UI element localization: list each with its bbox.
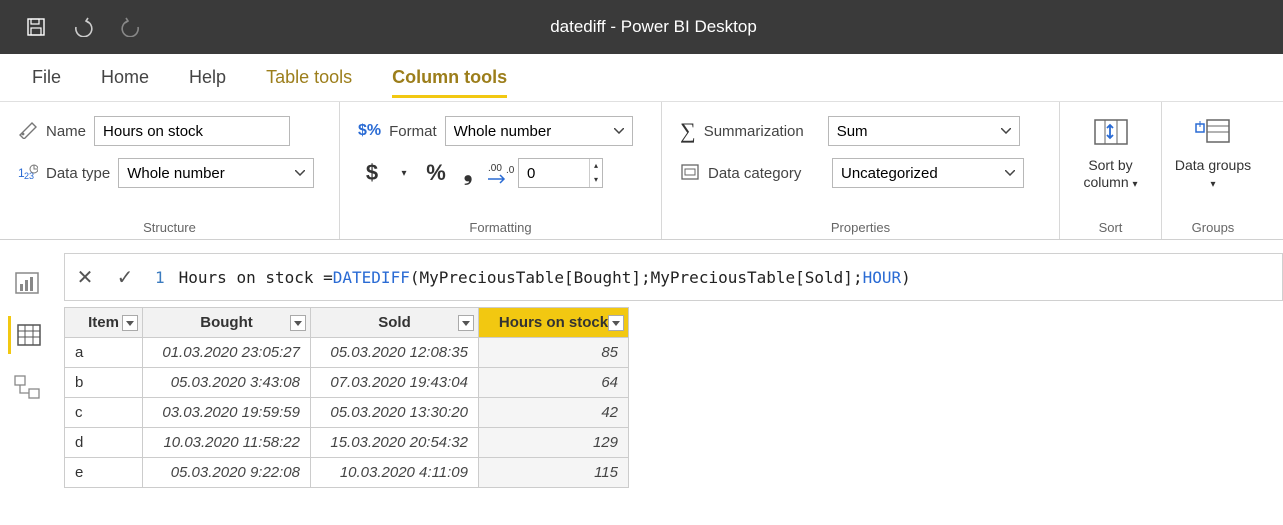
formula-args-b: ) bbox=[901, 268, 911, 287]
cell-item[interactable]: b bbox=[65, 368, 143, 398]
cell-bought[interactable]: 03.03.2020 19:59:59 bbox=[143, 398, 311, 428]
currency-button[interactable]: $ bbox=[358, 159, 386, 187]
decimals-spinner[interactable]: ▴▾ bbox=[518, 158, 603, 188]
thousands-button[interactable]: ❟ bbox=[454, 159, 482, 187]
formula-kw: HOUR bbox=[863, 268, 902, 287]
formula-args-a: (MyPreciousTable[Bought];MyPreciousTable… bbox=[410, 268, 863, 287]
datatype-label: Data type bbox=[46, 165, 110, 182]
spin-down-icon[interactable]: ▾ bbox=[590, 173, 602, 187]
datacategory-label: Data category bbox=[708, 165, 824, 182]
groups-icon bbox=[1193, 116, 1233, 153]
tab-file[interactable]: File bbox=[32, 57, 61, 98]
cell-sold[interactable]: 07.03.2020 19:43:04 bbox=[311, 368, 479, 398]
formula-fn: DATEDIFF bbox=[333, 268, 410, 287]
group-formatting-label: Formatting bbox=[358, 214, 643, 235]
sort-button-label: Sort by column bbox=[1083, 157, 1132, 190]
group-properties-label: Properties bbox=[680, 214, 1041, 235]
ribbon: Name 123 Data type Whole number Structur… bbox=[0, 102, 1283, 240]
datatype-icon: 123 bbox=[18, 163, 38, 184]
redo-icon[interactable] bbox=[120, 17, 142, 37]
cell-hours[interactable]: 85 bbox=[479, 338, 629, 368]
data-view-button[interactable] bbox=[8, 316, 46, 354]
formula-lhs: Hours on stock = bbox=[179, 268, 333, 287]
cell-item[interactable]: a bbox=[65, 338, 143, 368]
summarization-select[interactable]: Sum bbox=[828, 116, 1020, 146]
table-row[interactable]: d10.03.2020 11:58:2215.03.2020 20:54:321… bbox=[65, 428, 629, 458]
name-input[interactable] bbox=[94, 116, 290, 146]
svg-text:.0: .0 bbox=[506, 165, 514, 176]
tab-table-tools[interactable]: Table tools bbox=[266, 57, 352, 98]
ribbon-tabs: File Home Help Table tools Column tools bbox=[0, 54, 1283, 102]
name-icon bbox=[18, 121, 38, 142]
format-label: Format bbox=[389, 123, 437, 140]
format-select[interactable]: Whole number bbox=[445, 116, 633, 146]
decimals-input[interactable] bbox=[519, 159, 589, 187]
col-header-bought[interactable]: Bought bbox=[143, 308, 311, 338]
cell-sold[interactable]: 15.03.2020 20:54:32 bbox=[311, 428, 479, 458]
cell-hours[interactable]: 64 bbox=[479, 368, 629, 398]
col-header-sold[interactable]: Sold bbox=[311, 308, 479, 338]
format-icon: $% bbox=[358, 122, 381, 140]
tab-help[interactable]: Help bbox=[189, 57, 226, 98]
commit-formula-icon[interactable]: ✓ bbox=[105, 265, 145, 290]
filter-dropdown-icon[interactable] bbox=[458, 315, 474, 331]
sort-icon bbox=[1091, 116, 1131, 153]
cell-sold[interactable]: 10.03.2020 4:11:09 bbox=[311, 458, 479, 488]
model-view-button[interactable] bbox=[8, 368, 46, 406]
datatype-select[interactable]: Whole number bbox=[118, 158, 314, 188]
groups-button-label: Data groups bbox=[1175, 157, 1251, 173]
cancel-formula-icon[interactable]: ✕ bbox=[65, 265, 105, 290]
window-title: datediff - Power BI Desktop bbox=[142, 17, 1165, 37]
view-rail bbox=[0, 240, 54, 406]
cell-bought[interactable]: 01.03.2020 23:05:27 bbox=[143, 338, 311, 368]
sort-by-column-button[interactable]: Sort by column ▾ bbox=[1071, 116, 1151, 191]
data-table: Item Bought Sold Hours on stock a01.03.2… bbox=[64, 307, 629, 488]
datacategory-select[interactable]: Uncategorized bbox=[832, 158, 1024, 188]
cell-item[interactable]: e bbox=[65, 458, 143, 488]
currency-dropdown-icon[interactable]: ▾ bbox=[390, 159, 418, 187]
group-groups-label: Groups bbox=[1192, 214, 1235, 235]
cell-item[interactable]: d bbox=[65, 428, 143, 458]
spin-up-icon[interactable]: ▴ bbox=[590, 159, 602, 173]
cell-bought[interactable]: 05.03.2020 9:22:08 bbox=[143, 458, 311, 488]
cell-sold[interactable]: 05.03.2020 13:30:20 bbox=[311, 398, 479, 428]
sigma-icon: ∑ bbox=[680, 118, 696, 144]
tab-home[interactable]: Home bbox=[101, 57, 149, 98]
tab-column-tools[interactable]: Column tools bbox=[392, 57, 507, 98]
svg-text:.00: .00 bbox=[488, 163, 502, 174]
filter-dropdown-icon[interactable] bbox=[290, 315, 306, 331]
col-header-item[interactable]: Item bbox=[65, 308, 143, 338]
cell-item[interactable]: c bbox=[65, 398, 143, 428]
group-structure-label: Structure bbox=[18, 214, 321, 235]
cell-hours[interactable]: 115 bbox=[479, 458, 629, 488]
save-icon[interactable] bbox=[26, 17, 46, 37]
cell-hours[interactable]: 129 bbox=[479, 428, 629, 458]
filter-dropdown-icon[interactable] bbox=[122, 315, 138, 331]
table-row[interactable]: c03.03.2020 19:59:5905.03.2020 13:30:204… bbox=[65, 398, 629, 428]
datacategory-icon bbox=[680, 163, 700, 184]
col-header-hours[interactable]: Hours on stock bbox=[479, 308, 629, 338]
cell-bought[interactable]: 10.03.2020 11:58:22 bbox=[143, 428, 311, 458]
formula-text[interactable]: 1 Hours on stock = DATEDIFF (MyPreciousT… bbox=[145, 268, 1282, 287]
cell-hours[interactable]: 42 bbox=[479, 398, 629, 428]
table-row[interactable]: b05.03.2020 3:43:0807.03.2020 19:43:0464 bbox=[65, 368, 629, 398]
cell-sold[interactable]: 05.03.2020 12:08:35 bbox=[311, 338, 479, 368]
data-groups-button[interactable]: Data groups ▾ bbox=[1173, 116, 1253, 191]
table-row[interactable]: a01.03.2020 23:05:2705.03.2020 12:08:358… bbox=[65, 338, 629, 368]
report-view-button[interactable] bbox=[8, 264, 46, 302]
filter-dropdown-icon[interactable] bbox=[608, 315, 624, 331]
group-sort-label: Sort bbox=[1099, 214, 1123, 235]
percent-button[interactable]: % bbox=[422, 159, 450, 187]
table-row[interactable]: e05.03.2020 9:22:0810.03.2020 4:11:09115 bbox=[65, 458, 629, 488]
undo-icon[interactable] bbox=[72, 17, 94, 37]
formula-line-number: 1 bbox=[155, 268, 165, 287]
formula-bar[interactable]: ✕ ✓ 1 Hours on stock = DATEDIFF (MyPreci… bbox=[64, 253, 1283, 301]
name-label: Name bbox=[46, 123, 86, 140]
summarization-label: Summarization bbox=[704, 123, 820, 140]
decimals-icon[interactable]: .00 .0 bbox=[486, 159, 514, 187]
titlebar: datediff - Power BI Desktop bbox=[0, 0, 1283, 54]
cell-bought[interactable]: 05.03.2020 3:43:08 bbox=[143, 368, 311, 398]
